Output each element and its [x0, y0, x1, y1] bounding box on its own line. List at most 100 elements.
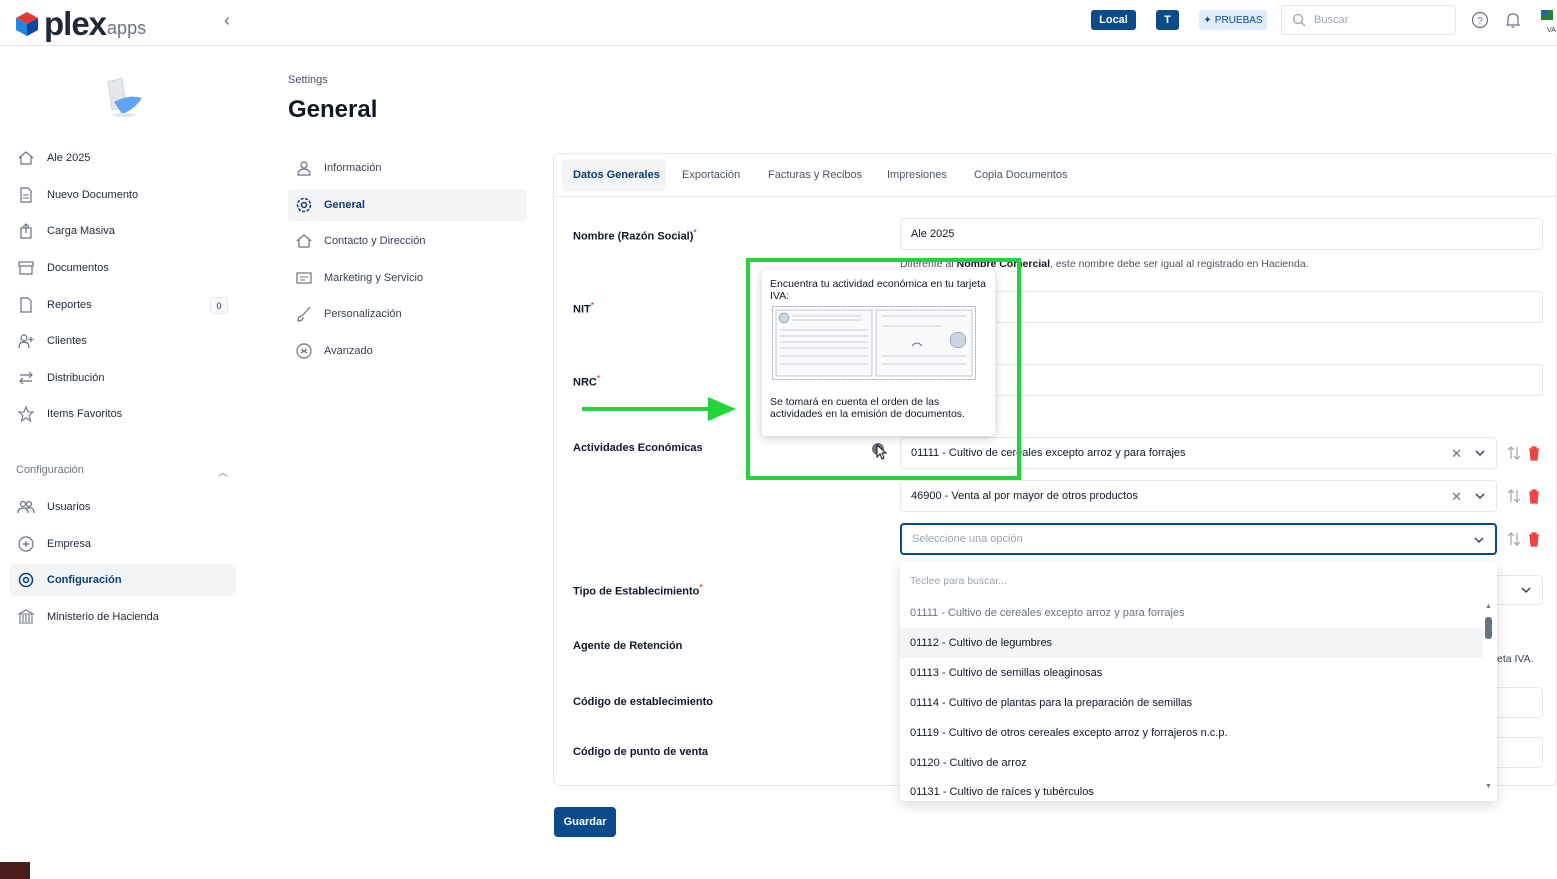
dropdown-scrollbar[interactable]: ▲ ▼: [1485, 603, 1492, 793]
trash-icon[interactable]: [1527, 488, 1541, 504]
dropdown-option[interactable]: 01111 - Cultivo de cereales excepto arro…: [900, 598, 1483, 628]
local-badge[interactable]: Local: [1091, 10, 1136, 30]
env-badge[interactable]: ✦ PRUEBAS: [1199, 10, 1267, 30]
tab-datos-generales[interactable]: Datos Generales: [573, 153, 660, 197]
agente-help-tail: eta IVA.: [1497, 653, 1534, 665]
top-search-placeholder: Buscar: [1314, 14, 1349, 26]
help-icon[interactable]: ?: [1470, 10, 1490, 30]
dropdown-option[interactable]: 01112 - Cultivo de legumbres: [900, 628, 1483, 658]
document-icon: [20, 187, 32, 203]
dropdown-search-input[interactable]: Teclee para buscar...: [910, 575, 1007, 587]
svg-text:VA: VA: [1547, 27, 1556, 34]
dropdown-option[interactable]: 01131 - Cultivo de raíces y tubérculos: [900, 777, 1483, 801]
required-mark: *: [699, 583, 703, 592]
sort-icon[interactable]: [1507, 488, 1521, 504]
nrc-label-text: NRC: [573, 376, 597, 389]
annotation-arrow-icon: [582, 397, 736, 421]
sidebar-item-documentos[interactable]: Documentos: [9, 252, 236, 284]
brush-icon: [297, 306, 311, 322]
nrc-label: NRC*: [573, 374, 600, 389]
app-logo[interactable]: plex apps: [15, 7, 146, 40]
scroll-down-icon[interactable]: ▼: [1485, 783, 1492, 790]
sidebar-item-label: Carga Masiva: [47, 225, 115, 237]
tipo-establecimiento-select[interactable]: [1490, 575, 1543, 605]
search-icon: [1292, 13, 1306, 27]
required-mark: *: [596, 374, 600, 383]
tab-bar: Datos Generales Exportación Facturas y R…: [553, 153, 1557, 197]
tab-exportacion[interactable]: Exportación: [682, 153, 740, 197]
sidebar-item-label: Configuración: [47, 574, 122, 586]
avatar[interactable]: VA: [1535, 6, 1557, 34]
collapse-sidebar-icon[interactable]: ‹: [224, 10, 230, 31]
trash-icon[interactable]: [1527, 531, 1541, 547]
codigo-punto-venta-input[interactable]: [1497, 737, 1543, 768]
settings-item-label: Avanzado: [324, 345, 373, 357]
sort-icon[interactable]: [1507, 531, 1521, 547]
tab-facturas-recibos[interactable]: Facturas y Recibos: [768, 153, 862, 197]
sidebar-item-carga-masiva[interactable]: Carga Masiva: [9, 215, 236, 247]
settings-item-label: General: [324, 199, 365, 211]
sidebar-section-configuracion[interactable]: Configuración ︿: [16, 464, 228, 479]
sidebar-item-empresa[interactable]: Empresa: [9, 528, 236, 560]
sidebar-item-distribucion[interactable]: Distribución: [9, 362, 236, 394]
nombre-value: Ale 2025: [911, 228, 955, 240]
help-post: , este nombre debe ser igual al registra…: [1050, 258, 1309, 270]
settings-item-informacion[interactable]: Información: [288, 152, 527, 184]
swap-icon: [19, 371, 33, 385]
trash-icon[interactable]: [1527, 445, 1541, 461]
gear-icon: [18, 572, 34, 588]
sidebar-item-home[interactable]: Ale 2025: [9, 142, 236, 174]
spark-icon: ✦: [1203, 14, 1212, 26]
settings-item-marketing[interactable]: Marketing y Servicio: [288, 262, 527, 294]
sidebar-item-clientes[interactable]: Clientes: [9, 325, 236, 357]
sidebar-item-usuarios[interactable]: Usuarios: [9, 491, 236, 523]
chevron-down-icon: [1521, 587, 1531, 594]
settings-item-personalizacion[interactable]: Personalización: [288, 298, 527, 330]
actividad-select-new[interactable]: Seleccione una opción: [900, 523, 1497, 555]
breadcrumb[interactable]: Settings: [288, 74, 328, 86]
required-mark: *: [693, 228, 697, 237]
upload-icon: [20, 223, 32, 239]
scroll-up-icon[interactable]: ▲: [1485, 603, 1492, 610]
top-search-input[interactable]: Buscar: [1281, 5, 1456, 35]
actividad-select-2[interactable]: 46900 - Venta al por mayor de otros prod…: [900, 480, 1497, 512]
actividad-dropdown: Teclee para buscar... 01111 - Cultivo de…: [900, 561, 1497, 801]
dropdown-option[interactable]: 01119 - Cultivo de otros cereales except…: [900, 718, 1483, 748]
env-badge-label: PRUEBAS: [1214, 14, 1263, 26]
clear-icon[interactable]: ✕: [1451, 446, 1462, 462]
settings-item-general[interactable]: General: [288, 189, 527, 221]
tab-copia-documentos[interactable]: Copia Documentos: [974, 153, 1068, 197]
tab-impresiones[interactable]: Impresiones: [887, 153, 947, 197]
sort-icon[interactable]: [1507, 445, 1521, 461]
settings-item-label: Información: [324, 162, 382, 174]
sidebar-item-reportes[interactable]: Reportes 0: [9, 289, 236, 321]
sidebar-item-ministerio[interactable]: Ministerio de Hacienda: [9, 601, 236, 633]
dropdown-option[interactable]: 01114 - Cultivo de plantas para la prepa…: [900, 688, 1483, 718]
sidebar-item-items-favoritos[interactable]: Items Favoritos: [9, 398, 236, 430]
save-button[interactable]: Guardar: [554, 807, 616, 837]
dropdown-option[interactable]: 01113 - Cultivo de semillas oleaginosas: [900, 658, 1483, 688]
dropdown-option[interactable]: 01120 - Cultivo de arroz: [900, 748, 1483, 778]
bell-icon[interactable]: [1503, 10, 1523, 30]
page-title: General: [288, 96, 378, 123]
sidebar-item-label: Usuarios: [47, 501, 91, 513]
chevron-down-icon[interactable]: [1474, 490, 1486, 502]
clear-icon[interactable]: ✕: [1451, 489, 1462, 505]
codigo-establecimiento-input[interactable]: [1497, 687, 1543, 718]
sidebar-item-nuevo-documento[interactable]: Nuevo Documento: [9, 179, 236, 211]
scrollbar-thumb[interactable]: [1485, 617, 1492, 639]
chevron-down-icon[interactable]: [1473, 534, 1485, 546]
chevron-down-icon[interactable]: [1474, 447, 1486, 459]
sidebar-item-label: Ministerio de Hacienda: [47, 611, 159, 623]
users-icon: [17, 500, 35, 514]
sidebar-item-configuracion[interactable]: Configuración: [9, 564, 236, 596]
tipo-label-text: Tipo de Establecimiento: [573, 585, 700, 598]
settings-item-avanzado[interactable]: Avanzado: [288, 335, 527, 367]
building-icon: [18, 536, 34, 552]
nombre-input[interactable]: Ale 2025: [900, 218, 1543, 250]
settings-item-contacto[interactable]: Contacto y Dirección: [288, 225, 527, 257]
actividad-placeholder: Seleccione una opción: [912, 533, 1023, 545]
user-badge[interactable]: T: [1156, 10, 1179, 30]
agente-retencion-label: Agente de Retención: [573, 640, 683, 652]
company-illustration: [107, 77, 142, 117]
